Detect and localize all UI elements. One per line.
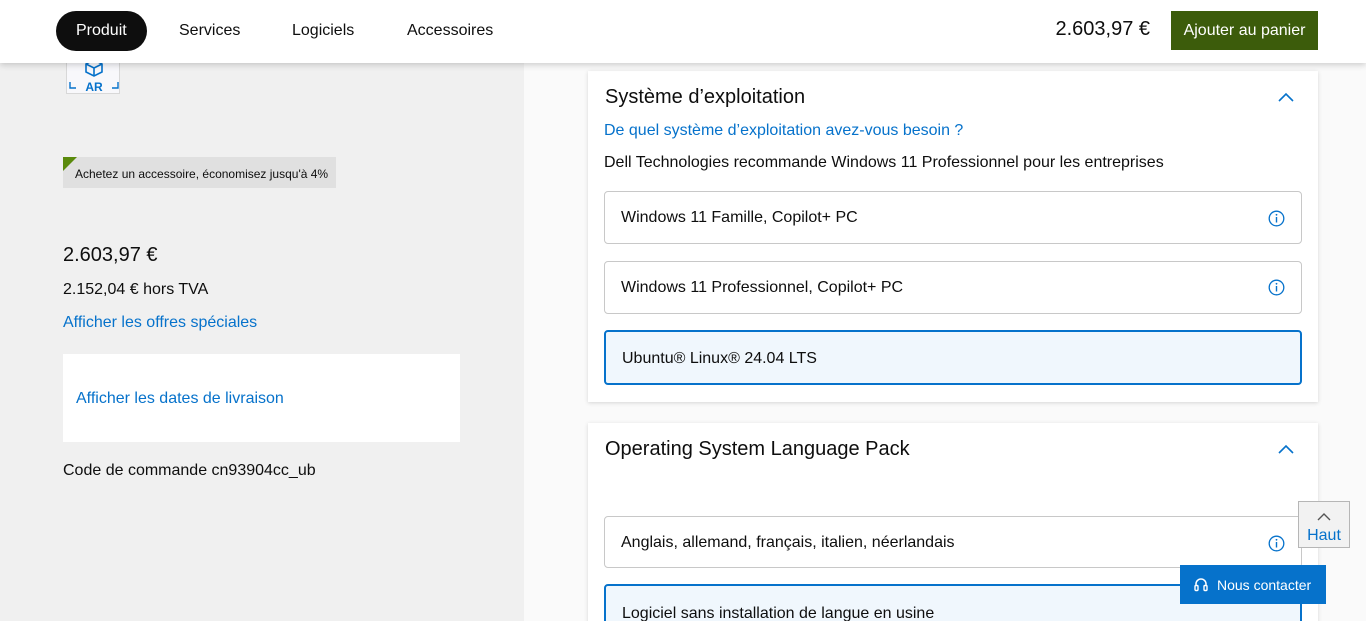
info-circle-icon[interactable] bbox=[1268, 535, 1285, 552]
ar-label: AR bbox=[85, 80, 103, 94]
headset-icon bbox=[1194, 578, 1208, 592]
tab-logiciels[interactable]: Logiciels bbox=[272, 11, 374, 51]
promo-banner: Achetez un accessoire, économisez jusqu'… bbox=[63, 157, 336, 188]
delivery-dates-box: Afficher les dates de livraison bbox=[63, 354, 460, 442]
chevron-up-icon[interactable] bbox=[1278, 443, 1294, 455]
info-circle-icon[interactable] bbox=[1268, 279, 1285, 296]
option-label: Ubuntu® Linux® 24.04 LTS bbox=[622, 350, 817, 367]
os-option-ubuntu[interactable]: Ubuntu® Linux® 24.04 LTS bbox=[604, 330, 1302, 385]
back-to-top-button[interactable]: Haut bbox=[1298, 501, 1350, 548]
option-label: Windows 11 Professionnel, Copilot+ PC bbox=[621, 279, 904, 296]
language-pack-title: Operating System Language Pack bbox=[605, 438, 910, 460]
os-section-card: Système d’exploitation De quel système d… bbox=[588, 71, 1318, 402]
tab-accessoires[interactable]: Accessoires bbox=[387, 11, 513, 51]
chevron-up-icon[interactable] bbox=[1278, 91, 1294, 103]
tab-services[interactable]: Services bbox=[159, 11, 260, 51]
order-code: Code de commande cn93904cc_ub bbox=[63, 462, 316, 479]
product-price: 2.603,97 € bbox=[63, 244, 158, 266]
arrow-up-icon bbox=[1317, 513, 1331, 521]
special-offers-link[interactable]: Afficher les offres spéciales bbox=[63, 314, 257, 332]
add-to-cart-button[interactable]: Ajouter au panier bbox=[1171, 11, 1318, 50]
option-label: Windows 11 Famille, Copilot+ PC bbox=[621, 209, 858, 226]
top-price: 2.603,97 € bbox=[1055, 18, 1150, 40]
tab-produit[interactable]: Produit bbox=[56, 11, 147, 51]
price-excl-tax: 2.152,04 € hors TVA bbox=[63, 281, 209, 298]
contact-us-label: Nous contacter bbox=[1217, 577, 1312, 593]
os-option-windows-home[interactable]: Windows 11 Famille, Copilot+ PC bbox=[604, 191, 1302, 244]
os-option-windows-pro[interactable]: Windows 11 Professionnel, Copilot+ PC bbox=[604, 261, 1302, 314]
contact-us-button[interactable]: Nous contacter bbox=[1180, 565, 1326, 604]
option-label: Anglais, allemand, français, italien, né… bbox=[621, 534, 955, 551]
option-label: Logiciel sans installation de langue en … bbox=[622, 605, 935, 621]
os-recommendation: Dell Technologies recommande Windows 11 … bbox=[604, 154, 1164, 171]
os-section-title: Système d’exploitation bbox=[605, 86, 806, 108]
os-help-link[interactable]: De quel système d’exploitation avez-vous… bbox=[604, 122, 963, 140]
promo-text: Achetez un accessoire, économisez jusqu'… bbox=[75, 167, 329, 181]
info-circle-icon[interactable] bbox=[1268, 210, 1285, 227]
delivery-dates-link[interactable]: Afficher les dates de livraison bbox=[76, 390, 284, 408]
back-to-top-label: Haut bbox=[1307, 527, 1341, 544]
lang-option-multilang[interactable]: Anglais, allemand, français, italien, né… bbox=[604, 516, 1302, 568]
sticky-top-bar: Produit Services Logiciels Accessoires 2… bbox=[0, 0, 1366, 63]
